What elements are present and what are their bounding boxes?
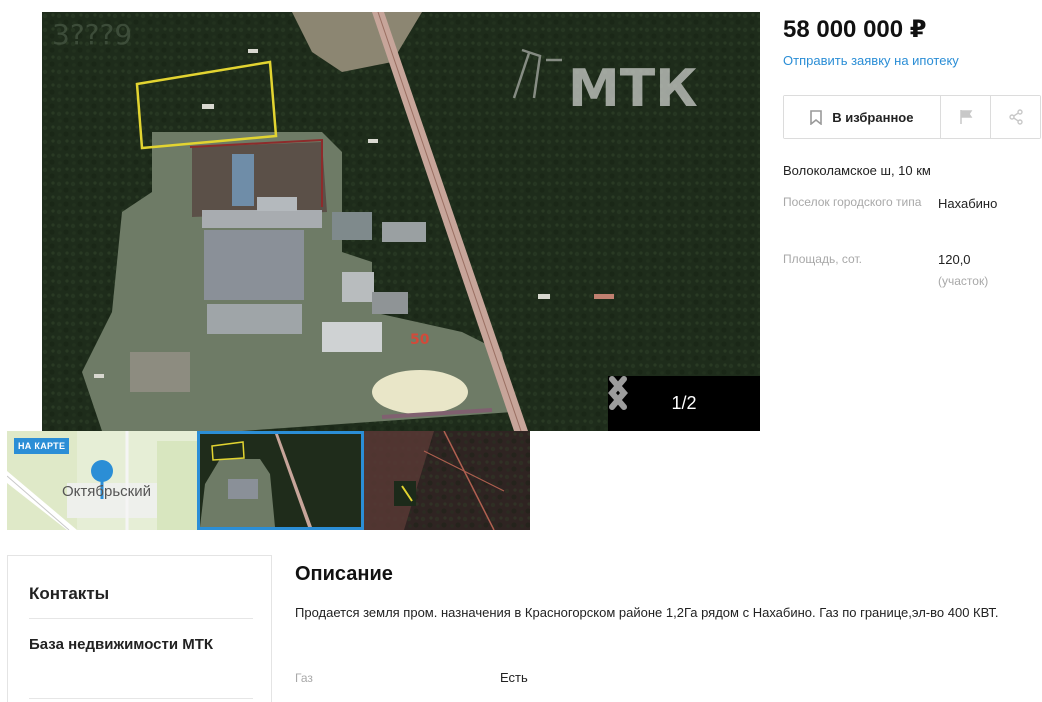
road-distance: Волоколамское ш, 10 км bbox=[783, 163, 931, 178]
photo-counter: 1/2 bbox=[608, 376, 760, 431]
area-label: Площадь, сот. bbox=[783, 252, 862, 266]
photo-count: 1/2 bbox=[671, 393, 697, 413]
watermark-logo: МТК bbox=[504, 38, 704, 118]
feature-value: Есть bbox=[500, 670, 528, 685]
area-value: 120,0 bbox=[938, 252, 971, 267]
svg-text:МТК: МТК bbox=[568, 59, 698, 118]
description-title: Описание bbox=[295, 563, 393, 585]
contacts-title: Контакты bbox=[29, 584, 110, 603]
thumbnail-strip: НА КАРТЕ Октябрьский bbox=[7, 431, 530, 530]
photo-thumbnail-2[interactable] bbox=[364, 431, 530, 530]
map-thumbnail[interactable]: НА КАРТЕ Октябрьский bbox=[7, 431, 197, 530]
settlement-type-label: Поселок городского типа bbox=[783, 195, 922, 209]
area-sublabel: (участок) bbox=[938, 274, 989, 288]
bookmark-icon bbox=[810, 109, 823, 125]
favorite-label: В избранное bbox=[832, 109, 914, 125]
complain-button[interactable] bbox=[940, 96, 991, 138]
chevron-right-icon[interactable] bbox=[608, 376, 628, 410]
agency-name[interactable]: База недвижимости МТК bbox=[29, 634, 229, 656]
main-photo[interactable]: 50 3???9 МТК 1/2 bbox=[42, 12, 760, 431]
flag-icon bbox=[959, 110, 972, 124]
description-text: Продается земля пром. назначения в Красн… bbox=[295, 605, 999, 620]
map-town-label: Октябрьский bbox=[62, 483, 151, 500]
divider bbox=[29, 618, 253, 619]
feature-label: Газ bbox=[295, 671, 313, 685]
divider bbox=[29, 698, 253, 699]
price: 58 000 000 ₽ bbox=[783, 16, 927, 43]
photo-thumbnail-1[interactable] bbox=[197, 431, 364, 530]
svg-text:3???9: 3???9 bbox=[52, 18, 132, 51]
action-bar: В избранное bbox=[783, 95, 1041, 139]
share-icon bbox=[1008, 109, 1023, 125]
settlement-name: Нахабино bbox=[938, 196, 998, 211]
overlay-number: 50 bbox=[410, 332, 430, 348]
aerial-thumbnail bbox=[200, 434, 361, 527]
map-badge: НА КАРТЕ bbox=[14, 438, 70, 454]
mortgage-link[interactable]: Отправить заявку на ипотеку bbox=[783, 53, 959, 68]
cadastral-thumbnail bbox=[364, 431, 530, 530]
contacts-card: Контакты База недвижимости МТК bbox=[7, 555, 272, 702]
favorite-button[interactable]: В избранное bbox=[784, 96, 941, 138]
share-button[interactable] bbox=[990, 96, 1040, 138]
